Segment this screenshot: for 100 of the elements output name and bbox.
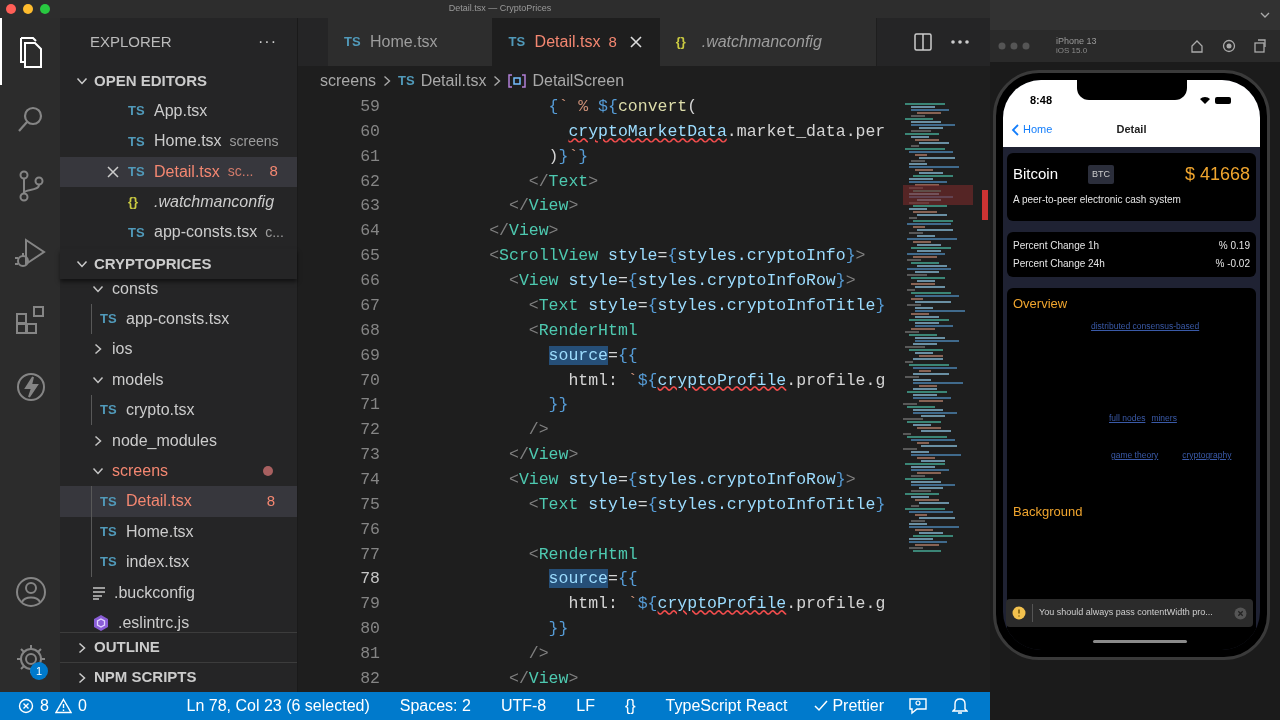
file-item[interactable]: TS crypto.tsx xyxy=(60,395,297,426)
code-line: <Text style={styles.cryptoInfoTitle} xyxy=(528,493,886,516)
code-line: html: `${cryptoProfile.profile.g xyxy=(568,593,886,616)
typescript-file-icon: TS xyxy=(508,32,527,52)
line-number: 79 xyxy=(359,593,380,616)
section-header[interactable]: OPEN EDITORS xyxy=(60,66,297,96)
chevron-right-icon xyxy=(492,74,503,87)
problem-count: 8 xyxy=(266,491,276,512)
account-icon xyxy=(15,575,47,608)
breadcrumb-item[interactable]: screens xyxy=(320,68,377,93)
open-editor-item[interactable]: TS app-consts.tsx c... xyxy=(60,217,297,248)
file-item[interactable]: TS Detail.tsx 8 xyxy=(60,486,297,517)
open-editor-item[interactable]: TS Home.tsx screens xyxy=(60,126,297,157)
file-item[interactable]: .buckconfig xyxy=(60,577,297,608)
back-button[interactable]: Home xyxy=(1011,121,1053,138)
open-editor-item[interactable]: TS App.tsx xyxy=(60,96,297,127)
folder-item[interactable]: models xyxy=(60,364,297,396)
warning-toast[interactable]: You should always pass contentWidth pro... xyxy=(1006,599,1253,627)
line-number: 73 xyxy=(359,444,380,467)
line-number: 64 xyxy=(359,220,380,243)
code-line: <View style={styles.cryptoInfoRow}> xyxy=(509,468,856,491)
folder-item[interactable]: ios xyxy=(60,334,297,365)
typescript-file-icon: TS xyxy=(398,70,415,91)
problem-count: 8 xyxy=(608,31,617,52)
bell-icon[interactable] xyxy=(952,697,968,715)
section-title: Background xyxy=(1013,502,1084,521)
lightning-icon xyxy=(15,370,47,403)
extensions-icon xyxy=(15,303,47,336)
open-editor-item[interactable]: {} .watchmanconfig xyxy=(60,186,297,218)
more-icon[interactable] xyxy=(950,39,970,45)
file-item[interactable]: TS app-consts.tsx xyxy=(60,303,297,335)
chevron-right-icon xyxy=(76,641,88,654)
open-editor-item[interactable]: TS Detail.tsx sc... 8 xyxy=(60,156,297,187)
more-actions-button[interactable]: ··· xyxy=(258,30,277,54)
code-line: /> xyxy=(528,642,549,665)
minimize-window-button[interactable] xyxy=(23,4,33,14)
line-number: 59 xyxy=(359,96,380,119)
status-item[interactable]: LF xyxy=(561,694,610,718)
status-item[interactable]: {} xyxy=(609,694,651,718)
typescript-file-icon: TS xyxy=(128,162,146,182)
hexagon-file-icon xyxy=(92,613,110,632)
code-line: )}`} xyxy=(548,145,589,168)
coin-price: $ 41668 xyxy=(1184,163,1250,186)
zoom-window-button[interactable] xyxy=(40,4,50,14)
screenshot-icon[interactable] xyxy=(1222,39,1236,53)
section-title: Overview xyxy=(1013,295,1069,313)
typescript-file-icon: TS xyxy=(344,32,362,52)
file-description: sc... xyxy=(227,162,254,182)
change-label: Percent Change 24h xyxy=(1013,257,1105,271)
formatter-status[interactable]: Prettier xyxy=(802,694,896,718)
run-debug-icon xyxy=(14,235,48,270)
line-number: 66 xyxy=(359,270,380,293)
close-icon[interactable] xyxy=(628,35,643,49)
editor-tab[interactable]: {} .watchmanconfig xyxy=(659,18,877,66)
typescript-file-icon: TS xyxy=(100,309,118,329)
problem-count: 8 xyxy=(269,161,279,182)
section-header[interactable]: OUTLINE xyxy=(60,632,297,662)
chevron-right-icon xyxy=(92,434,104,447)
close-icon[interactable] xyxy=(106,164,120,179)
error-icon xyxy=(18,698,34,714)
folder-item[interactable]: node_modules xyxy=(60,425,297,456)
line-number: 65 xyxy=(359,245,380,268)
status-item[interactable]: Ln 78, Col 23 (6 selected) xyxy=(171,694,385,718)
home-icon[interactable] xyxy=(1190,39,1204,53)
chevron-right-icon xyxy=(92,343,104,356)
breadcrumb-item[interactable]: DetailScreen xyxy=(532,68,625,93)
status-item[interactable]: UTF-8 xyxy=(485,694,562,718)
file-item[interactable]: .eslintrc.js xyxy=(60,607,297,632)
problems-button[interactable]: 8 0 xyxy=(0,692,103,720)
activity-bar-item[interactable]: 1 xyxy=(0,625,60,692)
window-title: Detail.tsx — CryptoPrices xyxy=(448,2,552,16)
section-header[interactable]: CRYPTOPRICES xyxy=(60,249,297,280)
line-number: 67 xyxy=(359,294,380,317)
code-line: source={{ xyxy=(548,344,638,367)
file-item[interactable]: TS Home.tsx xyxy=(60,516,297,547)
status-item[interactable]: TypeScript React xyxy=(650,694,803,718)
feedback-icon[interactable] xyxy=(908,697,928,715)
editor-tab[interactable]: TS Home.tsx xyxy=(328,18,493,66)
file-description: screens xyxy=(229,131,279,151)
split-editor-icon[interactable] xyxy=(914,33,932,51)
rotate-icon[interactable] xyxy=(1254,39,1266,53)
folder-item[interactable]: consts xyxy=(60,279,297,304)
code-line: {` % ${convert( xyxy=(548,96,698,119)
typescript-file-icon: TS xyxy=(100,400,118,420)
folder-item[interactable]: screens xyxy=(60,455,297,487)
typescript-file-icon: TS xyxy=(100,522,118,542)
toast-message: You should always pass contentWidth pro... xyxy=(1039,606,1214,620)
file-item[interactable]: TS index.tsx xyxy=(60,547,297,578)
breadcrumb-item[interactable]: Detail.tsx xyxy=(420,68,487,93)
warning-icon xyxy=(1012,606,1026,620)
warning-icon xyxy=(54,698,72,714)
chevron-down-icon xyxy=(92,465,104,477)
close-window-button[interactable] xyxy=(6,4,16,14)
status-item[interactable]: Spaces: 2 xyxy=(384,694,486,718)
code-line: </View> xyxy=(509,667,579,690)
line-number: 69 xyxy=(359,344,380,367)
code-line: source={{ xyxy=(548,568,638,591)
line-number: 74 xyxy=(359,468,380,491)
chevron-down-icon[interactable] xyxy=(1260,11,1270,19)
editor-tab[interactable]: TS Detail.tsx 8 xyxy=(492,18,660,66)
